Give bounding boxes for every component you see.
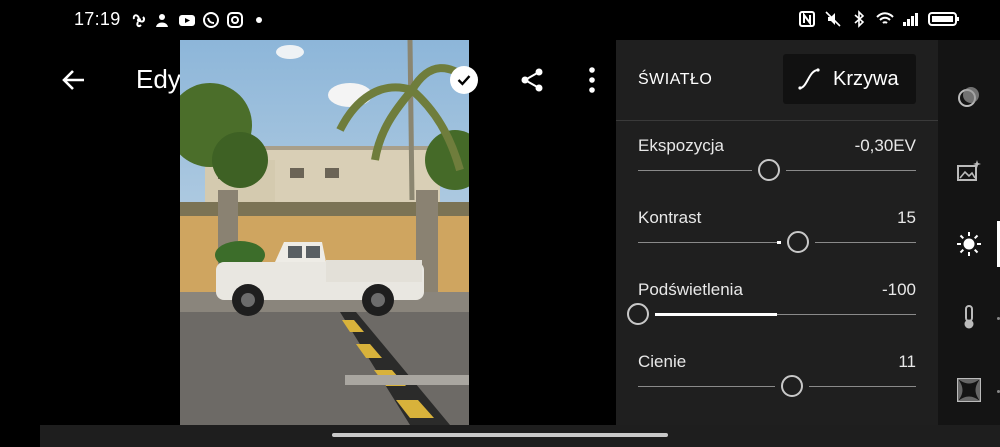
- checkmark-circle-icon: [457, 75, 471, 86]
- battery-icon: [928, 10, 960, 28]
- photo-canvas[interactable]: [180, 40, 469, 425]
- tool-sidebar: [938, 40, 1000, 425]
- photo-image: [180, 40, 469, 425]
- curve-button[interactable]: Krzywa: [783, 54, 916, 104]
- light-panel: ŚWIATŁO Krzywa Ekspozycja -0,30EV Kontra…: [616, 40, 938, 425]
- tone-curve-icon: [798, 68, 820, 90]
- instagram-icon: [226, 11, 244, 29]
- auto-enhance-icon[interactable]: [956, 158, 982, 184]
- status-bar: 17:19: [0, 0, 1000, 38]
- person-icon: [154, 11, 172, 29]
- youtube-icon: [178, 11, 196, 29]
- nfc-icon: [798, 10, 816, 28]
- shadows-slider[interactable]: Cienie 11: [638, 352, 916, 412]
- slider-label: Ekspozycja: [638, 136, 724, 155]
- share-icon: [521, 68, 543, 92]
- mute-icon: [824, 10, 842, 28]
- light-sun-icon[interactable]: [956, 231, 982, 257]
- slider-thumb[interactable]: [757, 159, 780, 181]
- home-gesture-handle[interactable]: [332, 433, 668, 437]
- panel-title: ŚWIATŁO: [638, 71, 713, 88]
- more-options-button[interactable]: [580, 66, 604, 94]
- back-button[interactable]: [58, 64, 90, 96]
- more-vertical-icon: [589, 67, 595, 93]
- slider-fill: [638, 313, 777, 316]
- slider-thumb[interactable]: [627, 303, 649, 325]
- color-temperature-icon[interactable]: [956, 304, 982, 330]
- slider-thumb[interactable]: [781, 375, 804, 397]
- whatsapp-icon: [202, 11, 220, 29]
- confirm-button[interactable]: [450, 66, 478, 94]
- slider-value: -100: [881, 280, 916, 299]
- dot-icon: [250, 11, 268, 29]
- curve-button-label: Krzywa: [833, 67, 899, 90]
- status-time: 17:19: [74, 9, 121, 29]
- signal-icon: [902, 10, 920, 28]
- contrast-slider[interactable]: Kontrast 15: [638, 208, 916, 268]
- share-button[interactable]: [518, 66, 546, 94]
- highlights-slider[interactable]: Podświetlenia -100: [621, 280, 916, 340]
- bluetooth-icon: [850, 10, 868, 28]
- arrow-left-icon: [62, 70, 84, 90]
- slider-value: 15: [897, 208, 916, 227]
- wifi-icon: [876, 10, 894, 28]
- presets-icon[interactable]: [956, 84, 982, 110]
- notification-icons: [130, 11, 268, 29]
- fan-icon: [130, 11, 148, 29]
- exposure-slider[interactable]: Ekspozycja -0,30EV: [638, 136, 916, 196]
- slider-thumb[interactable]: [786, 231, 809, 253]
- system-icons: [798, 10, 960, 28]
- slider-label: Kontrast: [638, 208, 702, 227]
- panel-header: ŚWIATŁO Krzywa: [616, 40, 938, 121]
- system-nav-bar: [40, 425, 1000, 447]
- slider-value: 11: [898, 352, 916, 371]
- effects-vignette-icon[interactable]: [956, 377, 982, 403]
- slider-label: Podświetlenia: [638, 280, 743, 299]
- slider-label: Cienie: [638, 352, 687, 371]
- slider-value: -0,30EV: [854, 136, 916, 155]
